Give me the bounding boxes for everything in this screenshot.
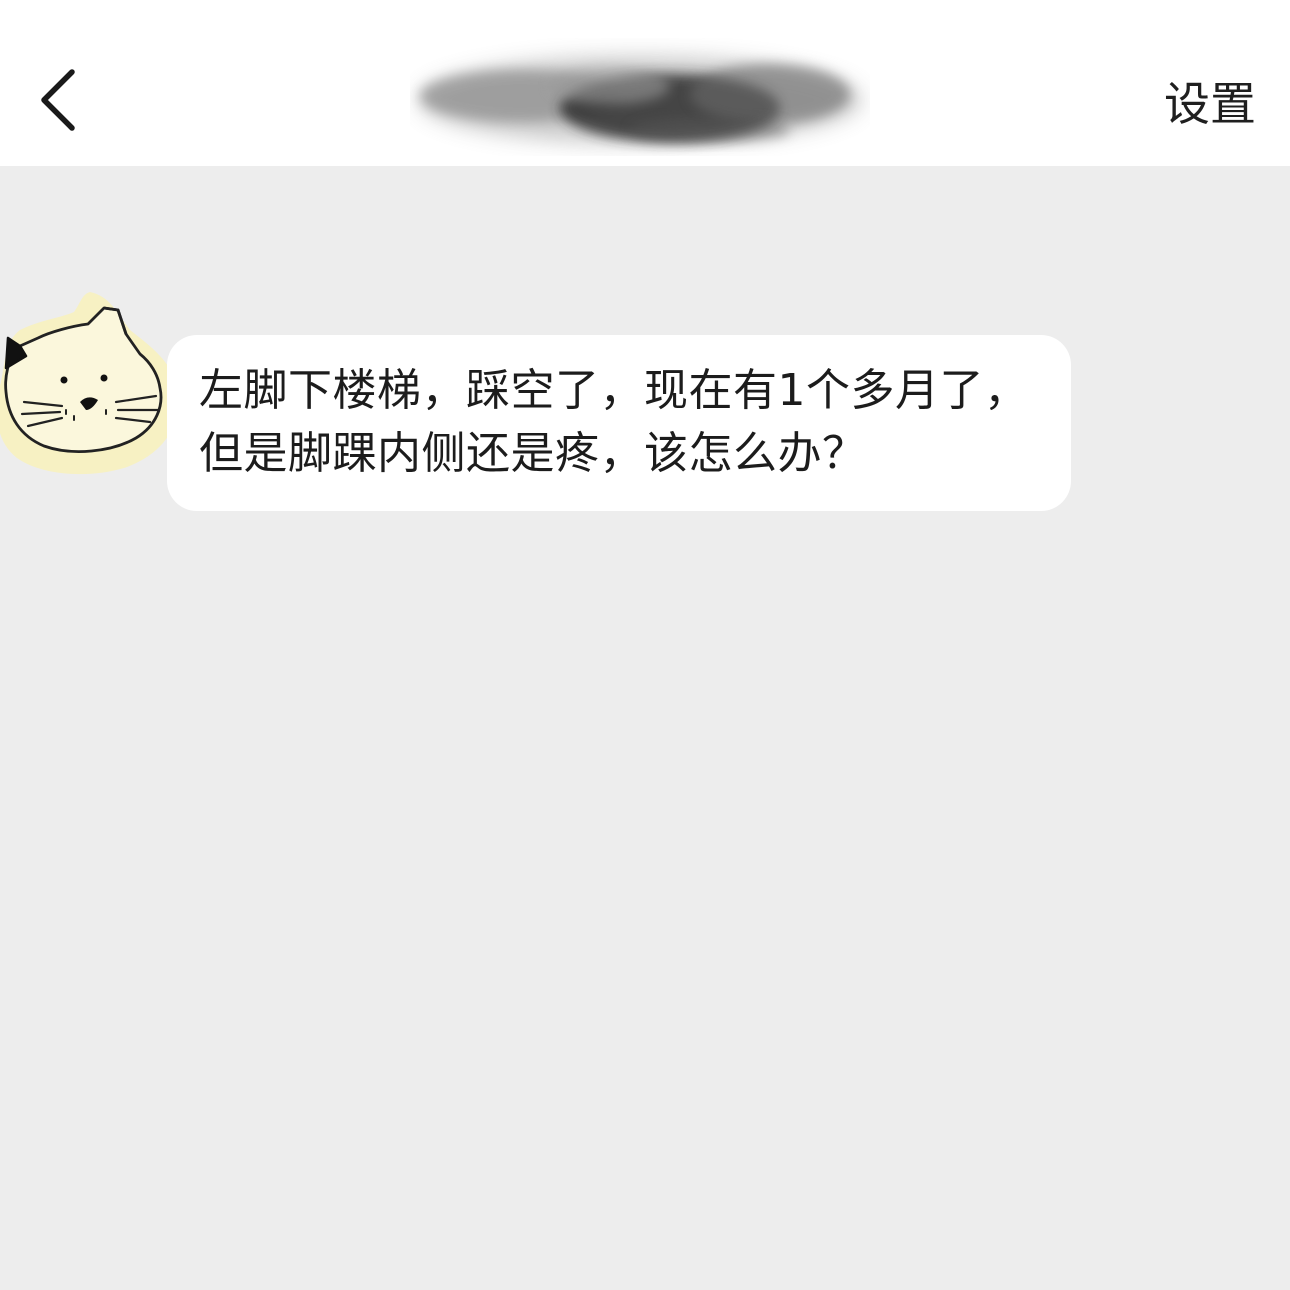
navigation-bar: 设置 — [0, 0, 1290, 166]
conversation-title — [410, 38, 870, 156]
settings-button[interactable]: 设置 — [1164, 74, 1256, 134]
conversation-title-text — [410, 38, 870, 156]
back-button[interactable] — [22, 60, 94, 140]
sender-avatar[interactable] — [0, 290, 182, 478]
cat-avatar-icon — [0, 292, 179, 475]
message-list[interactable]: 左脚下楼梯，踩空了，现在有1个多月了，但是脚踝内侧还是疼，该怎么办？ — [0, 166, 1290, 1290]
message-text: 左脚下楼梯，踩空了，现在有1个多月了，但是脚踝内侧还是疼，该怎么办？ — [199, 365, 1029, 479]
chat-screen: 设置 左脚下楼梯，踩空了，现在有1个多月了，但是脚踝内侧还是疼，该怎么办？ — [0, 0, 1290, 1290]
chevron-left-icon — [41, 69, 75, 131]
message-bubble[interactable]: 左脚下楼梯，踩空了，现在有1个多月了，但是脚踝内侧还是疼，该怎么办？ — [167, 335, 1071, 511]
